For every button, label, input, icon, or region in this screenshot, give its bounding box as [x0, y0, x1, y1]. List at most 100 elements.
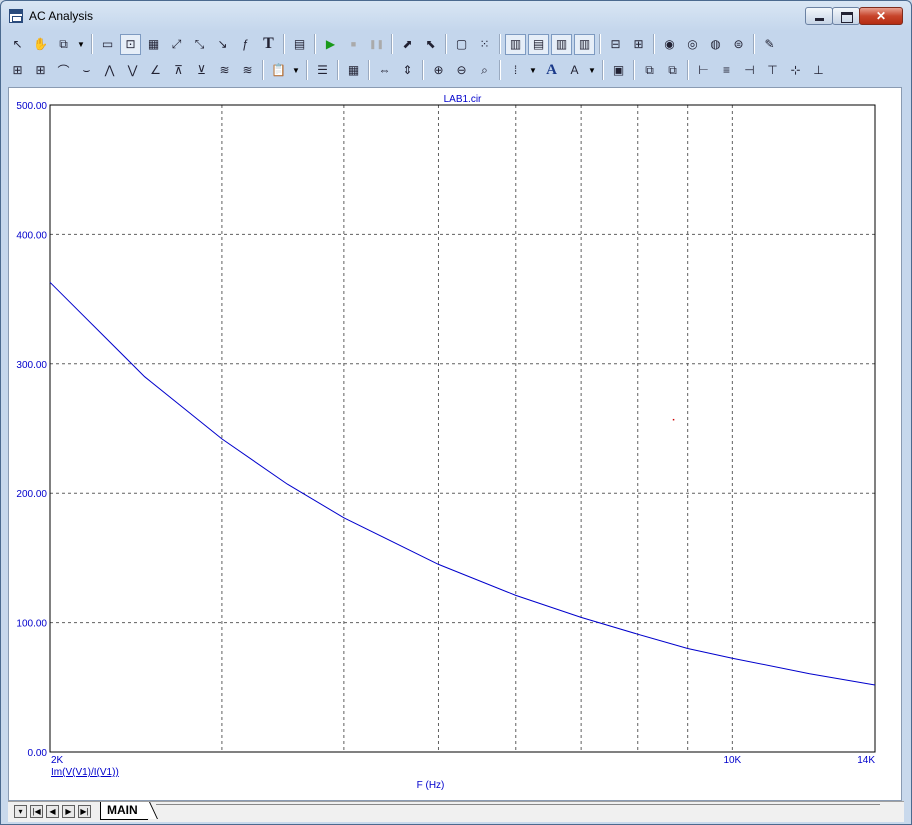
tokens-icon[interactable]: ⊞ — [30, 60, 51, 81]
run-icon[interactable]: ▶ — [320, 34, 341, 55]
y-tick-label: 400.00 — [16, 230, 47, 241]
bring-front-icon[interactable]: ⧉ — [662, 60, 683, 81]
toolbar-separator — [753, 34, 755, 54]
toolbar-separator — [422, 60, 424, 80]
peak-icon[interactable]: ⤢ — [166, 34, 187, 55]
tab-main[interactable]: MAIN — [100, 802, 148, 820]
next-tab-button[interactable]: ▶ — [62, 805, 75, 818]
function-icon[interactable]: ƒ — [235, 34, 256, 55]
tag-points-icon[interactable]: ⁙ — [474, 34, 495, 55]
text-tool-icon[interactable]: T — [258, 34, 279, 55]
low-icon[interactable]: ⋁ — [122, 60, 143, 81]
align-right-icon[interactable]: ⊣ — [739, 60, 760, 81]
numeric-icon[interactable]: ▦ — [343, 60, 364, 81]
zoom-fit-icon[interactable]: ◉ — [659, 34, 680, 55]
cursor-mode2-icon[interactable]: ⬉ — [420, 34, 441, 55]
align-left-icon[interactable]: ⊢ — [693, 60, 714, 81]
dropdown-arrow-2[interactable]: ▼ — [291, 60, 301, 81]
pause-icon[interactable]: ❚❚ — [366, 34, 387, 55]
x-tick-label: 2K — [51, 755, 64, 766]
data-points-icon[interactable]: ⊞ — [7, 60, 28, 81]
zoom-all-icon[interactable]: ⊜ — [728, 34, 749, 55]
zoom-in-icon[interactable]: ⊕ — [428, 60, 449, 81]
tab-menu-button[interactable]: ▾ — [14, 805, 27, 818]
grid-2-icon[interactable]: ▤ — [528, 33, 549, 55]
align-bottom-icon[interactable]: ⊥ — [808, 60, 829, 81]
valley-tool-icon[interactable]: ⌣ — [76, 60, 97, 81]
minimize-button[interactable] — [805, 7, 833, 25]
send-back-icon[interactable]: ⧉ — [639, 60, 660, 81]
list-icon[interactable]: ☰ — [312, 60, 333, 81]
ac-analysis-window: AC Analysis ✕ ↖ ✋ ⧉ ▼ ▭ ⊡ ▦ ⤢ ⤡ ↘ ƒ T ▤ ▶ ■ ❚❚ ⬈ ⬉ ▢ ⁙ ▥ ▤ ▥ ▥ ⊟… — [0, 0, 912, 825]
toolbar-separator — [599, 34, 601, 54]
dropdown-arrow-3[interactable]: ▼ — [528, 60, 538, 81]
last-tab-button[interactable]: ▶| — [78, 805, 91, 818]
x-axis-label: F (Hz) — [417, 780, 445, 791]
clipboard-icon[interactable]: 📋 — [268, 60, 289, 81]
graphics-icon[interactable]: ▭ — [97, 34, 118, 55]
sheet-tab-bar: ▾ |◀ ◀ ▶ ▶| MAIN — [8, 801, 904, 822]
prev-tab-button[interactable]: ◀ — [46, 805, 59, 818]
grid-3-icon[interactable]: ▥ — [551, 33, 572, 55]
global-high-icon[interactable]: ⊼ — [168, 60, 189, 81]
plot-area[interactable]: 0.00 100.00 200.00 300.00 400.00 500.00 2K 10K 1… — [8, 87, 902, 801]
toolbar-separator — [314, 34, 316, 54]
peak-tool-icon[interactable]: ⌒ — [53, 60, 74, 81]
plot-frame — [49, 104, 876, 753]
scale-icon[interactable]: ▦ — [143, 34, 164, 55]
y-tick-label: 500.00 — [16, 101, 47, 112]
maximize-icon — [833, 8, 859, 24]
close-icon: ✕ — [875, 9, 887, 23]
font-icon[interactable]: A — [541, 60, 562, 81]
toolbar-separator — [91, 34, 93, 54]
properties-icon[interactable]: ▤ — [289, 34, 310, 55]
series-legend-label: Im(V(V1)/I(V1)) — [51, 767, 119, 778]
y-tick-label: 100.00 — [16, 619, 47, 630]
title-bar[interactable]: AC Analysis ✕ — [1, 1, 911, 31]
edit-box-icon[interactable]: ✎ — [759, 34, 780, 55]
slope-icon[interactable]: ⤡ — [189, 34, 210, 55]
stack-icon[interactable]: ▣ — [608, 60, 629, 81]
dropdown-arrow-4[interactable]: ▼ — [587, 60, 597, 81]
pan-hand-icon[interactable]: ✋ — [30, 34, 51, 55]
bottom-icon[interactable]: ≋ — [237, 60, 258, 81]
app-icon[interactable] — [9, 9, 23, 23]
global-low-icon[interactable]: ⊻ — [191, 60, 212, 81]
dropdown-arrow[interactable]: ▼ — [76, 34, 86, 55]
first-tab-button[interactable]: |◀ — [30, 805, 43, 818]
font-color-icon[interactable]: A — [564, 60, 585, 81]
toolbar-separator — [337, 60, 339, 80]
copy-icon[interactable]: ⧉ — [53, 34, 74, 55]
plus-box-icon[interactable]: ⊞ — [628, 34, 649, 55]
toolbar-separator — [499, 60, 501, 80]
align-top-icon[interactable]: ⊤ — [762, 60, 783, 81]
maximize-button[interactable] — [832, 7, 860, 25]
grid-1-icon[interactable]: ▥ — [505, 33, 526, 55]
grid-4-icon[interactable]: ▥ — [574, 33, 595, 55]
select-arrow-icon[interactable]: ↖ — [7, 34, 28, 55]
chart-title: LAB1.cir — [444, 94, 482, 105]
zoom-next-icon[interactable]: ◍ — [705, 34, 726, 55]
top-icon[interactable]: ≋ — [214, 60, 235, 81]
zoom-prev-icon[interactable]: ◎ — [682, 34, 703, 55]
high-icon[interactable]: ⋀ — [99, 60, 120, 81]
tab-bar-divider — [156, 804, 880, 805]
stop-icon[interactable]: ■ — [343, 34, 364, 55]
zoom-box-icon[interactable]: ⊡ — [120, 33, 141, 55]
valley-icon[interactable]: ↘ — [212, 34, 233, 55]
zoom-region-icon[interactable]: ⌕ — [474, 60, 495, 81]
series-line — [49, 281, 876, 686]
close-button[interactable]: ✕ — [859, 7, 903, 25]
vert-cursor-icon[interactable]: ⇕ — [397, 60, 418, 81]
ac-analysis-chart[interactable]: 0.00 100.00 200.00 300.00 400.00 500.00 2K 10K 1… — [9, 88, 901, 800]
align-center-icon[interactable]: ≡ — [716, 60, 737, 81]
align-middle-icon[interactable]: ⊹ — [785, 60, 806, 81]
zoom-out-icon[interactable]: ⊖ — [451, 60, 472, 81]
minus-box-icon[interactable]: ⊟ — [605, 34, 626, 55]
grid-dots-icon[interactable]: ⁞ — [505, 60, 526, 81]
horiz-cursor-icon[interactable]: ⇔ — [374, 60, 395, 81]
inflection-icon[interactable]: ∠ — [145, 60, 166, 81]
minimize-icon — [806, 8, 832, 24]
tag-box-icon[interactable]: ▢ — [451, 34, 472, 55]
cursor-mode-icon[interactable]: ⬈ — [397, 34, 418, 55]
